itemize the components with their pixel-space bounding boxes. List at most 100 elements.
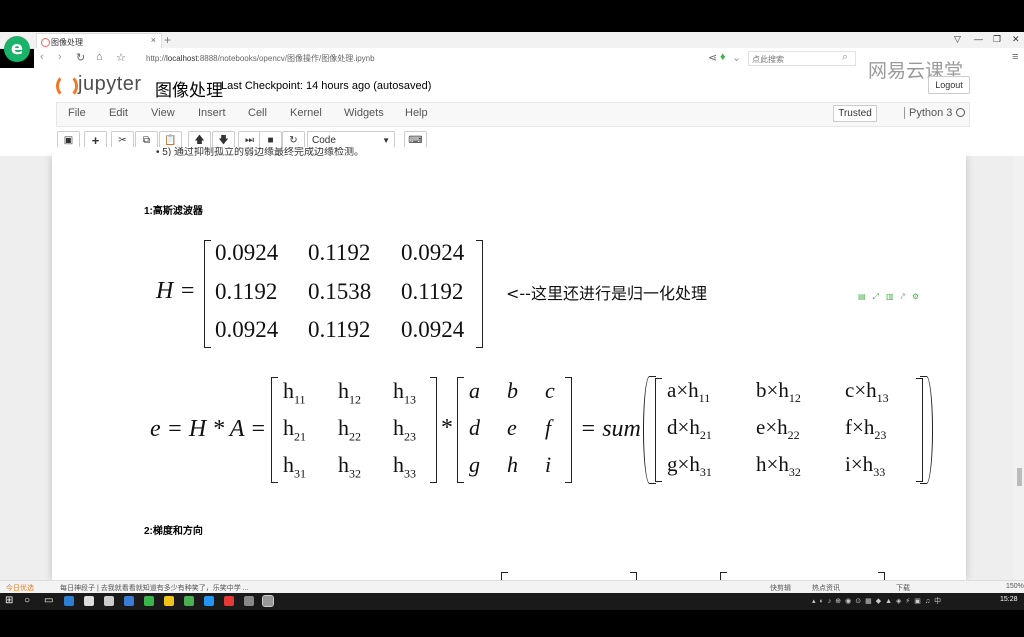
h-left-bracket	[204, 240, 211, 348]
product-matrix: a×h11 b×h12 c×h13 d×h21 e×h22 f×h23 g×h31 h×h32…	[667, 378, 917, 482]
system-tray-icons[interactable]: ▴◐♪⊕◉⊙▦◆▲◈⚡▣♫中	[812, 596, 945, 606]
menu-file[interactable]: File	[68, 107, 86, 119]
convolution-star: *	[441, 415, 453, 441]
notebook-container	[52, 156, 966, 580]
menu-edit[interactable]: Edit	[109, 107, 128, 119]
product-entry: g×h31	[667, 452, 712, 480]
menu-icon[interactable]: ≡	[1012, 51, 1018, 63]
h-entry: h13	[393, 378, 416, 407]
e-label: e = H * A =	[150, 416, 267, 442]
scrollbar-thumb[interactable]	[1017, 468, 1022, 486]
taskbar-app-icon[interactable]	[124, 596, 134, 606]
task-view-icon[interactable]: ▭	[44, 595, 53, 606]
bookmark-star-icon[interactable]: ☆	[116, 51, 126, 64]
taskbar-app-icon[interactable]	[244, 596, 254, 606]
restart-icon: ↻	[289, 135, 298, 146]
folder-icon[interactable]	[164, 596, 174, 606]
menu-widgets[interactable]: Widgets	[344, 107, 384, 119]
url-field[interactable]: http://localhost:8888/notebooks/opencv/图…	[146, 53, 375, 64]
dropdown-icon[interactable]: ⌄	[732, 51, 741, 64]
share-icon[interactable]: ⋖	[708, 51, 717, 64]
h-label: H =	[156, 278, 196, 304]
h-cell: 0.1192	[215, 279, 278, 304]
h-entry: h33	[393, 452, 416, 481]
clock[interactable]: 15:28	[1000, 596, 1018, 603]
minimize-icon[interactable]: —	[974, 34, 983, 44]
browser-search-input[interactable]: 点此搜索	[748, 51, 856, 66]
new-tab-button[interactable]: +	[164, 33, 171, 47]
cell-toolbar-icons[interactable]: ▤⤢▥⤤⚙	[858, 292, 926, 302]
a-entry: b	[507, 378, 518, 403]
kernel-idle-icon	[956, 108, 965, 117]
taskbar-app-icon[interactable]	[144, 596, 154, 606]
product-entry: h×h32	[756, 452, 801, 480]
tab-favicon-icon	[41, 38, 50, 47]
status-item[interactable]: 快剪辑	[770, 583, 791, 593]
h-cell: 0.1192	[401, 279, 464, 304]
h-cell: 0.1538	[308, 279, 372, 304]
a-entry: a	[469, 378, 480, 403]
menu-help[interactable]: Help	[405, 107, 428, 119]
mail-icon[interactable]	[104, 596, 114, 606]
a-matrix: a b c d e f g h i	[469, 378, 569, 482]
a-entry: f	[545, 415, 552, 440]
normalization-note: <--这里还进行是归一化处理	[506, 284, 707, 303]
extension-icon[interactable]: ♦	[720, 51, 726, 63]
keyboard-icon: ⌨	[408, 135, 423, 146]
search-icon[interactable]: ⌕	[842, 51, 848, 64]
h-entry: h11	[283, 378, 306, 407]
notebook-name[interactable]: 图像处理	[155, 76, 223, 101]
h-entry: h22	[338, 415, 361, 444]
windows-start-icon[interactable]: ⊞	[5, 595, 13, 606]
forward-icon[interactable]: ›	[58, 51, 62, 63]
scrollbar[interactable]	[1014, 156, 1024, 580]
logout-button[interactable]: Logout	[928, 76, 970, 94]
hh-left-bracket	[271, 377, 278, 483]
run-icon: ⏭	[245, 135, 254, 146]
jupyter-logo-text[interactable]: jupyter	[78, 73, 142, 96]
restore-icon[interactable]: ❐	[993, 34, 1001, 45]
plus-icon: +	[91, 133, 100, 148]
taskbar-app-active-icon[interactable]	[262, 595, 274, 607]
status-left[interactable]: 今日优选	[6, 583, 34, 593]
home-icon[interactable]: ⌂	[96, 51, 103, 63]
h-cell: 0.0924	[215, 240, 279, 265]
status-item[interactable]: 下载	[896, 583, 910, 593]
taskbar-app-icon[interactable]	[184, 596, 194, 606]
kernel-name: Python 3	[904, 107, 952, 119]
checkpoint-status: Last Checkpoint: 14 hours ago (autosaved…	[221, 80, 432, 92]
menu-cell[interactable]: Cell	[248, 107, 267, 119]
h-cell: 0.1192	[308, 317, 371, 342]
back-icon[interactable]: ‹	[40, 51, 44, 63]
close-window-icon[interactable]: ✕	[1012, 34, 1020, 45]
menu-insert[interactable]: Insert	[198, 107, 226, 119]
copy-icon: ⧉	[142, 135, 151, 146]
stop-icon: ■	[267, 135, 274, 146]
sum-right-paren	[920, 376, 933, 484]
search-icon[interactable]: ○	[24, 595, 30, 606]
paste-icon: 📋	[164, 135, 177, 146]
a-entry: c	[545, 378, 555, 403]
menu-kernel[interactable]: Kernel	[290, 107, 322, 119]
pin-icon[interactable]: ▽	[954, 34, 961, 45]
menu-view[interactable]: View	[151, 107, 175, 119]
edge-icon[interactable]	[64, 596, 74, 606]
zoom-level[interactable]: 150%	[1006, 583, 1024, 590]
status-news[interactable]: 每日神段子 | 去我就看看就知道有多少有种笑了，乐笑中学 ...	[60, 583, 249, 593]
h-right-bracket	[476, 240, 483, 348]
product-entry: a×h11	[667, 378, 711, 406]
browser-status-bar: 今日优选 每日神段子 | 去我就看看就知道有多少有种笑了，乐笑中学 ... 快剪…	[0, 580, 1024, 594]
h-cell: 0.0924	[215, 317, 279, 342]
taskbar-app-icon[interactable]	[84, 596, 94, 606]
trusted-indicator[interactable]: Trusted	[833, 105, 877, 122]
jupyter-logo-icon[interactable]	[56, 74, 78, 98]
taskbar-app-icon[interactable]	[204, 596, 214, 606]
cut-icon: ✂	[118, 135, 127, 146]
refresh-icon[interactable]: ↻	[76, 51, 85, 64]
status-item[interactable]: 热点资讯	[812, 583, 840, 593]
tab-close-icon[interactable]: ×	[151, 35, 156, 45]
tab-notebook[interactable]: 图像处理 ×	[36, 33, 162, 49]
browser-logo-icon[interactable]: e	[4, 36, 30, 62]
taskbar-app-icon[interactable]	[224, 596, 234, 606]
a-entry: d	[469, 415, 480, 440]
